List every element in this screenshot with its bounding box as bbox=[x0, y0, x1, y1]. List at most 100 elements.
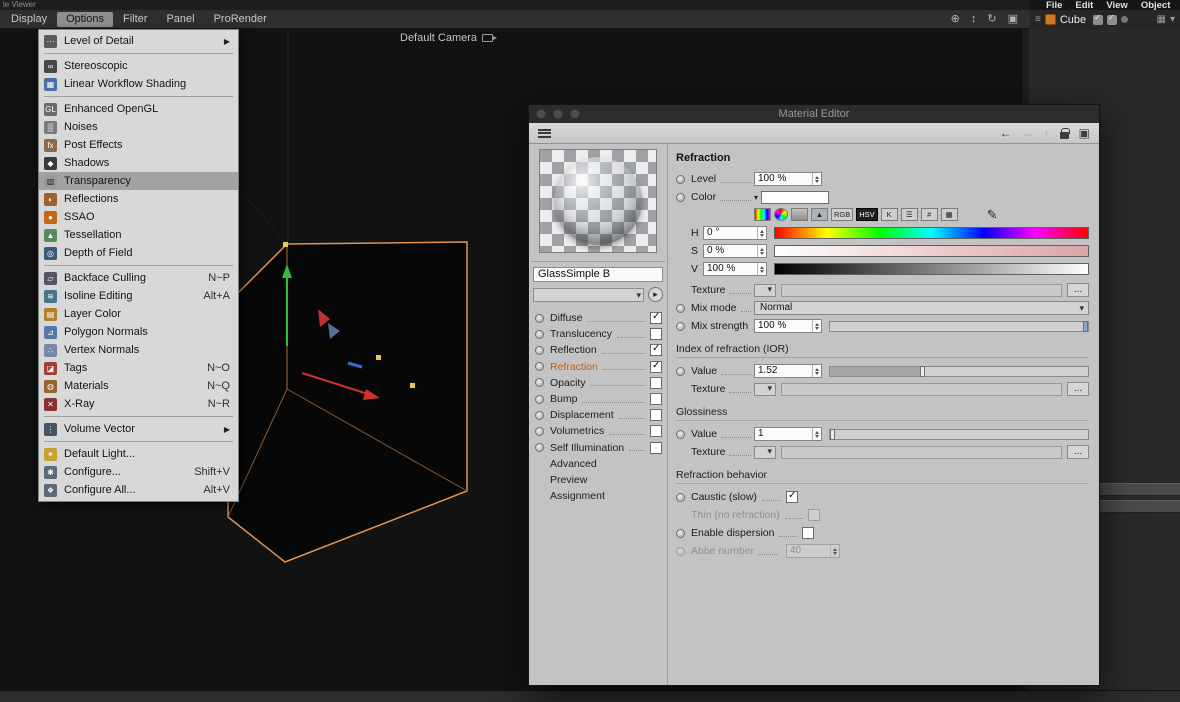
menubar-item-edit[interactable]: Edit bbox=[1075, 0, 1093, 10]
channel-checkbox-displacement[interactable] bbox=[650, 409, 662, 422]
glossiness-texture-dropdown[interactable] bbox=[754, 445, 776, 459]
channel-label[interactable]: Displacement bbox=[550, 409, 614, 421]
lock-icon[interactable] bbox=[1059, 127, 1070, 139]
viewport-menu-display[interactable]: Display bbox=[2, 12, 56, 27]
dispersion-checkbox[interactable] bbox=[802, 527, 815, 539]
menu-icon[interactable] bbox=[538, 128, 551, 138]
menubar-item-file[interactable]: File bbox=[1046, 0, 1062, 10]
menu-item-volume-vector[interactable]: ⋮ Volume Vector ▶ bbox=[39, 420, 238, 438]
camera-label[interactable]: Default Camera bbox=[400, 32, 498, 44]
ior-texture-dropdown[interactable] bbox=[754, 382, 776, 396]
menu-item-isoline-editing[interactable]: ≋ Isoline Editing Alt+A bbox=[39, 287, 238, 305]
preset-menu-button[interactable] bbox=[648, 287, 663, 302]
channel-checkbox-diffuse[interactable] bbox=[650, 311, 662, 325]
hsv-mode[interactable]: HSV bbox=[856, 208, 878, 221]
material-editor-titlebar[interactable]: Material Editor bbox=[529, 105, 1099, 123]
popout-icon[interactable]: ▣ bbox=[1079, 126, 1090, 140]
menu-item-tags[interactable]: ◪ Tags N~O bbox=[39, 359, 238, 377]
color-mode-caret-icon[interactable] bbox=[754, 193, 758, 202]
texture-field[interactable] bbox=[781, 283, 1062, 297]
channel-label[interactable]: Diffuse bbox=[550, 312, 583, 324]
menu-item-reflections[interactable]: ◐ Reflections bbox=[39, 190, 238, 208]
up-icon[interactable]: ↑ bbox=[1044, 126, 1050, 140]
saturation-gradient-slider[interactable] bbox=[774, 245, 1089, 257]
material-preview[interactable] bbox=[539, 149, 657, 253]
channel-label[interactable]: Self Illumination bbox=[550, 442, 624, 454]
dropdown-caret-icon[interactable]: ▾ bbox=[1170, 14, 1175, 25]
menu-item-configure-all[interactable]: ❖ Configure All... Alt+V bbox=[39, 481, 238, 499]
mixer-icon[interactable]: ☰ bbox=[900, 208, 918, 221]
menu-item-x-ray[interactable]: ✕ X-Ray N~R bbox=[39, 395, 238, 413]
color-wheel-icon[interactable] bbox=[774, 208, 788, 221]
animation-dot-icon[interactable] bbox=[535, 426, 544, 436]
channel-label[interactable]: Reflection bbox=[550, 344, 597, 356]
value-spinner[interactable]: 100 % bbox=[703, 262, 767, 276]
layer-grid-icon[interactable]: ▦ bbox=[1157, 14, 1166, 25]
menu-item-tessellation[interactable]: ▲ Tessellation bbox=[39, 226, 238, 244]
ior-value-spinner[interactable]: 1.52 bbox=[754, 364, 822, 378]
cube-object[interactable] bbox=[227, 241, 468, 563]
menu-item-noises[interactable]: ▒ Noises bbox=[39, 118, 238, 136]
glossiness-slider[interactable] bbox=[829, 428, 1089, 440]
menu-item-backface-culling[interactable]: ▱ Backface Culling N~P bbox=[39, 269, 238, 287]
animation-dot-icon[interactable] bbox=[535, 378, 544, 388]
object-manager-menu-icon[interactable]: ≡ bbox=[1035, 14, 1041, 25]
spinner-arrows-icon[interactable] bbox=[757, 227, 766, 239]
channel-checkbox-opacity[interactable] bbox=[650, 376, 662, 389]
rotate-icon[interactable]: ↻ bbox=[987, 11, 996, 27]
menu-item-post-effects[interactable]: fx Post Effects bbox=[39, 136, 238, 154]
dolly-icon[interactable]: ↕ bbox=[971, 11, 977, 27]
page-item-advanced[interactable]: Advanced bbox=[531, 456, 665, 472]
menu-item-shadows[interactable]: ◆ Shadows bbox=[39, 154, 238, 172]
animation-dot-icon[interactable] bbox=[535, 410, 544, 420]
menu-item-configure[interactable]: ✱ Configure... Shift+V bbox=[39, 463, 238, 481]
forward-icon[interactable]: → bbox=[1022, 126, 1034, 140]
table-icon[interactable]: ▦ bbox=[940, 208, 958, 221]
slider-handle[interactable] bbox=[920, 365, 926, 377]
animation-dot-icon[interactable] bbox=[535, 313, 544, 323]
animation-dot-icon[interactable] bbox=[676, 303, 685, 313]
spectrum-icon[interactable] bbox=[754, 208, 771, 221]
mix-strength-spinner[interactable]: 100 % bbox=[754, 319, 822, 333]
channel-row-diffuse[interactable]: Diffuse bbox=[531, 310, 665, 326]
channel-checkbox-refraction[interactable] bbox=[650, 360, 662, 373]
menu-item-vertex-normals[interactable]: ∴ Vertex Normals bbox=[39, 341, 238, 359]
pan-icon[interactable]: ⊕ bbox=[951, 11, 960, 27]
image-icon[interactable]: ▲ bbox=[811, 208, 828, 221]
spinner-arrows-icon[interactable] bbox=[757, 263, 766, 275]
channel-label[interactable]: Bump bbox=[550, 393, 577, 405]
numeric-icon[interactable]: # bbox=[920, 208, 938, 221]
animation-dot-icon[interactable] bbox=[676, 366, 685, 376]
caustic-checkbox[interactable] bbox=[786, 490, 798, 503]
object-render-toggle[interactable] bbox=[1107, 13, 1118, 25]
channel-label[interactable]: Translucency bbox=[550, 328, 612, 340]
kelvin-mode[interactable]: K bbox=[880, 208, 898, 221]
animation-dot-icon[interactable] bbox=[676, 192, 685, 202]
channel-label[interactable]: Refraction bbox=[550, 361, 598, 373]
texture-browse-button[interactable]: ... bbox=[1067, 283, 1089, 297]
object-manager-row[interactable]: ≡ Cube ▦ ▾ bbox=[1030, 10, 1180, 30]
shader-preset-dropdown[interactable] bbox=[533, 287, 644, 302]
level-spinner[interactable]: 100 % bbox=[754, 172, 822, 186]
channel-checkbox-translucency[interactable] bbox=[650, 328, 662, 341]
spinner-arrows-icon[interactable] bbox=[757, 245, 766, 257]
glossiness-value-spinner[interactable]: 1 bbox=[754, 427, 822, 441]
channel-row-opacity[interactable]: Opacity bbox=[531, 375, 665, 391]
slider-handle[interactable] bbox=[830, 428, 835, 440]
spinner-arrows-icon[interactable] bbox=[812, 365, 821, 377]
channel-row-reflection[interactable]: Reflection bbox=[531, 342, 665, 358]
grayscale-icon[interactable] bbox=[791, 208, 808, 221]
channel-checkbox-reflection[interactable] bbox=[650, 343, 662, 357]
menubar-item-object[interactable]: Object bbox=[1141, 0, 1171, 10]
viewport-menu-panel[interactable]: Panel bbox=[157, 12, 203, 27]
mix-mode-dropdown[interactable]: Normal bbox=[754, 301, 1089, 315]
menu-item-level-of-detail[interactable]: ⋯ Level of Detail ▶ bbox=[39, 32, 238, 50]
object-name[interactable]: Cube bbox=[1060, 14, 1086, 26]
ior-texture-browse-button[interactable]: ... bbox=[1067, 382, 1089, 396]
channel-checkbox-self-illumination[interactable] bbox=[650, 441, 662, 454]
animation-dot-icon[interactable] bbox=[535, 329, 544, 339]
ior-texture-field[interactable] bbox=[781, 382, 1062, 396]
animation-dot-icon[interactable] bbox=[676, 429, 685, 439]
menu-item-stereoscopic[interactable]: ∞ Stereoscopic bbox=[39, 57, 238, 75]
glossiness-texture-browse-button[interactable]: ... bbox=[1067, 445, 1089, 459]
